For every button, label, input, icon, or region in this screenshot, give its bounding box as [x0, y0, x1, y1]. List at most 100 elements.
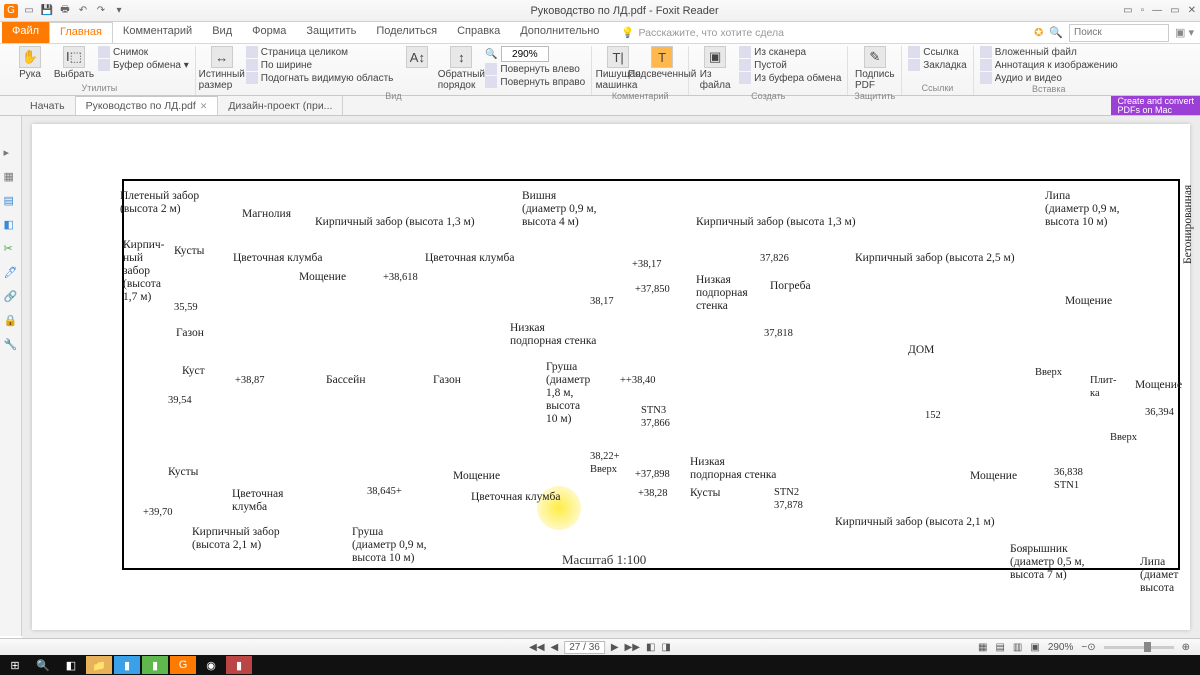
zoom-combo[interactable]: 🔍: [485, 46, 585, 62]
from-scanner-button[interactable]: Из сканера: [739, 46, 841, 58]
audio-video-button[interactable]: Аудио и видео: [980, 72, 1118, 84]
minimize-button[interactable]: ▭: [1123, 5, 1132, 16]
side-cut-icon[interactable]: ✂: [4, 242, 18, 256]
image-annot-button[interactable]: Аннотация к изображению: [980, 59, 1118, 71]
zoom-in-button[interactable]: ⊕: [1182, 642, 1190, 653]
group-utilities-label: Утилиты: [82, 83, 118, 95]
qat-redo-icon[interactable]: ↷: [94, 4, 108, 18]
from-file-button[interactable]: ▣Из файла: [695, 46, 735, 91]
restore-button[interactable]: ▫: [1141, 5, 1145, 16]
reverse-icon: ↕: [450, 46, 472, 68]
link-button[interactable]: Ссылка: [908, 46, 966, 58]
tab-share[interactable]: Поделиться: [366, 22, 447, 43]
star-icon[interactable]: ✪: [1034, 26, 1043, 39]
start-button[interactable]: ⊞: [2, 656, 28, 674]
qat-open-icon[interactable]: ▭: [22, 4, 36, 18]
plan-label: STN3 37,866: [641, 404, 670, 430]
task-foxit-icon[interactable]: G: [170, 656, 196, 674]
reflow-button[interactable]: A↕: [397, 46, 437, 68]
side-page-icon[interactable]: ▤: [4, 194, 18, 208]
qat-more-icon[interactable]: ▾: [112, 4, 126, 18]
side-expand-icon[interactable]: ▸: [4, 146, 18, 160]
first-page-button[interactable]: ◀◀: [529, 642, 544, 653]
snapshot-button[interactable]: Снимок: [98, 46, 189, 58]
from-clipboard-button[interactable]: Из буфера обмена: [739, 72, 841, 84]
group-links-label: Ссылки: [922, 83, 954, 95]
zoom-slider[interactable]: [1104, 646, 1174, 649]
side-thumbnails-icon[interactable]: ▦: [4, 170, 18, 184]
blank-button[interactable]: Пустой: [739, 59, 841, 71]
close-icon[interactable]: ✕: [200, 101, 208, 112]
task-app2-icon[interactable]: ▮: [142, 656, 168, 674]
help-button[interactable]: —: [1152, 5, 1162, 16]
document-viewport[interactable]: Плетеный забор (высота 2 м)МагнолияКирпи…: [22, 116, 1200, 638]
doc-tab-start[interactable]: Начать: [20, 96, 76, 115]
from-file-icon: ▣: [704, 46, 726, 68]
qat-save-icon[interactable]: 💾: [40, 4, 54, 18]
task-search-icon[interactable]: 🔍: [30, 656, 56, 674]
qat-print-icon[interactable]: 🖶: [58, 4, 72, 18]
tab-help[interactable]: Справка: [447, 22, 510, 43]
side-pen-icon[interactable]: 🖊: [4, 266, 18, 280]
plan-label: Боярышник (диаметр 0,5 м, высота 7 м): [1010, 543, 1085, 582]
group-view: ↔Истинный размер Страница целиком По шир…: [196, 46, 592, 95]
tab-comment[interactable]: Комментарий: [113, 22, 202, 43]
view-mode4-icon[interactable]: ▣: [1030, 642, 1039, 653]
task-explorer-icon[interactable]: 📁: [86, 656, 112, 674]
rotate-left-button[interactable]: Повернуть влево: [485, 63, 585, 75]
sign-label: Подпись PDF: [855, 69, 895, 91]
zoom-out-button[interactable]: −⊙: [1081, 642, 1095, 653]
rotate-left-label: Повернуть влево: [500, 64, 579, 75]
highlight-button[interactable]: TПодсвеченный: [642, 46, 682, 80]
tell-me-search[interactable]: 💡Расскажите, что хотите сдела: [621, 22, 784, 43]
reverse-order-button[interactable]: ↕Обратный порядок: [441, 46, 481, 91]
zoom-thumb[interactable]: [1144, 642, 1151, 652]
hand-tool-button[interactable]: ✋Рука: [10, 46, 50, 80]
group-protect-label: Защитить: [854, 91, 895, 101]
view-mode2-icon[interactable]: ▤: [995, 642, 1004, 653]
attach-file-button[interactable]: Вложенный файл: [980, 46, 1118, 58]
page-indicator[interactable]: 27 / 36: [564, 641, 605, 654]
tab-home[interactable]: Главная: [49, 22, 113, 43]
side-tools-icon[interactable]: 🔧: [4, 338, 18, 352]
task-app3-icon[interactable]: ▮: [226, 656, 252, 674]
search-input[interactable]: [1069, 24, 1169, 42]
fit-width-button[interactable]: По ширине: [246, 59, 394, 71]
clipboard-button[interactable]: Буфер обмена ▾: [98, 59, 189, 71]
side-link-icon[interactable]: 🔗: [4, 290, 18, 304]
tab-view[interactable]: Вид: [202, 22, 242, 43]
tab-extras[interactable]: Дополнительно: [510, 22, 609, 43]
fit-page-button[interactable]: Страница целиком: [246, 46, 394, 58]
task-app1-icon[interactable]: ▮: [114, 656, 140, 674]
bookmark-button[interactable]: Закладка: [908, 59, 966, 71]
view-mode1-icon[interactable]: ▦: [978, 642, 987, 653]
plan-label: Кусты: [168, 466, 198, 479]
nav-extra2-icon[interactable]: ◨: [661, 642, 670, 653]
close-button[interactable]: ✕: [1188, 5, 1196, 16]
doc-tab-main[interactable]: Руководство по ЛД.pdf✕: [76, 96, 219, 115]
qat-undo-icon[interactable]: ↶: [76, 4, 90, 18]
rotate-right-button[interactable]: Повернуть вправо: [485, 76, 585, 88]
prev-page-button[interactable]: ◀: [551, 642, 559, 653]
tab-protect[interactable]: Защитить: [296, 22, 366, 43]
select-tool-button[interactable]: I⬚Выбрать: [54, 46, 94, 80]
last-page-button[interactable]: ▶▶: [625, 642, 640, 653]
plan-label: 36,394: [1145, 406, 1174, 419]
tab-form[interactable]: Форма: [242, 22, 296, 43]
side-layers-icon[interactable]: ◧: [4, 218, 18, 232]
tab-file[interactable]: Файл: [2, 22, 49, 43]
task-chrome-icon[interactable]: ◉: [198, 656, 224, 674]
nav-extra1-icon[interactable]: ◧: [646, 642, 655, 653]
task-view-icon[interactable]: ◧: [58, 656, 84, 674]
actual-size-button[interactable]: ↔Истинный размер: [202, 46, 242, 91]
ribbon-collapse-icon[interactable]: ▣ ▾: [1175, 26, 1194, 39]
next-page-button[interactable]: ▶: [611, 642, 619, 653]
side-lock-icon[interactable]: 🔒: [4, 314, 18, 328]
sign-pdf-button[interactable]: ✎Подпись PDF: [855, 46, 895, 91]
view-mode3-icon[interactable]: ▥: [1013, 642, 1022, 653]
doc-tab-design[interactable]: Дизайн-проект (при...: [218, 96, 343, 115]
maximize-button[interactable]: ▭: [1170, 5, 1179, 16]
convert-ad[interactable]: Create and convert PDFs on Mac: [1111, 96, 1200, 115]
zoom-input[interactable]: [501, 46, 549, 62]
fit-visible-button[interactable]: Подогнать видимую область: [246, 72, 394, 84]
